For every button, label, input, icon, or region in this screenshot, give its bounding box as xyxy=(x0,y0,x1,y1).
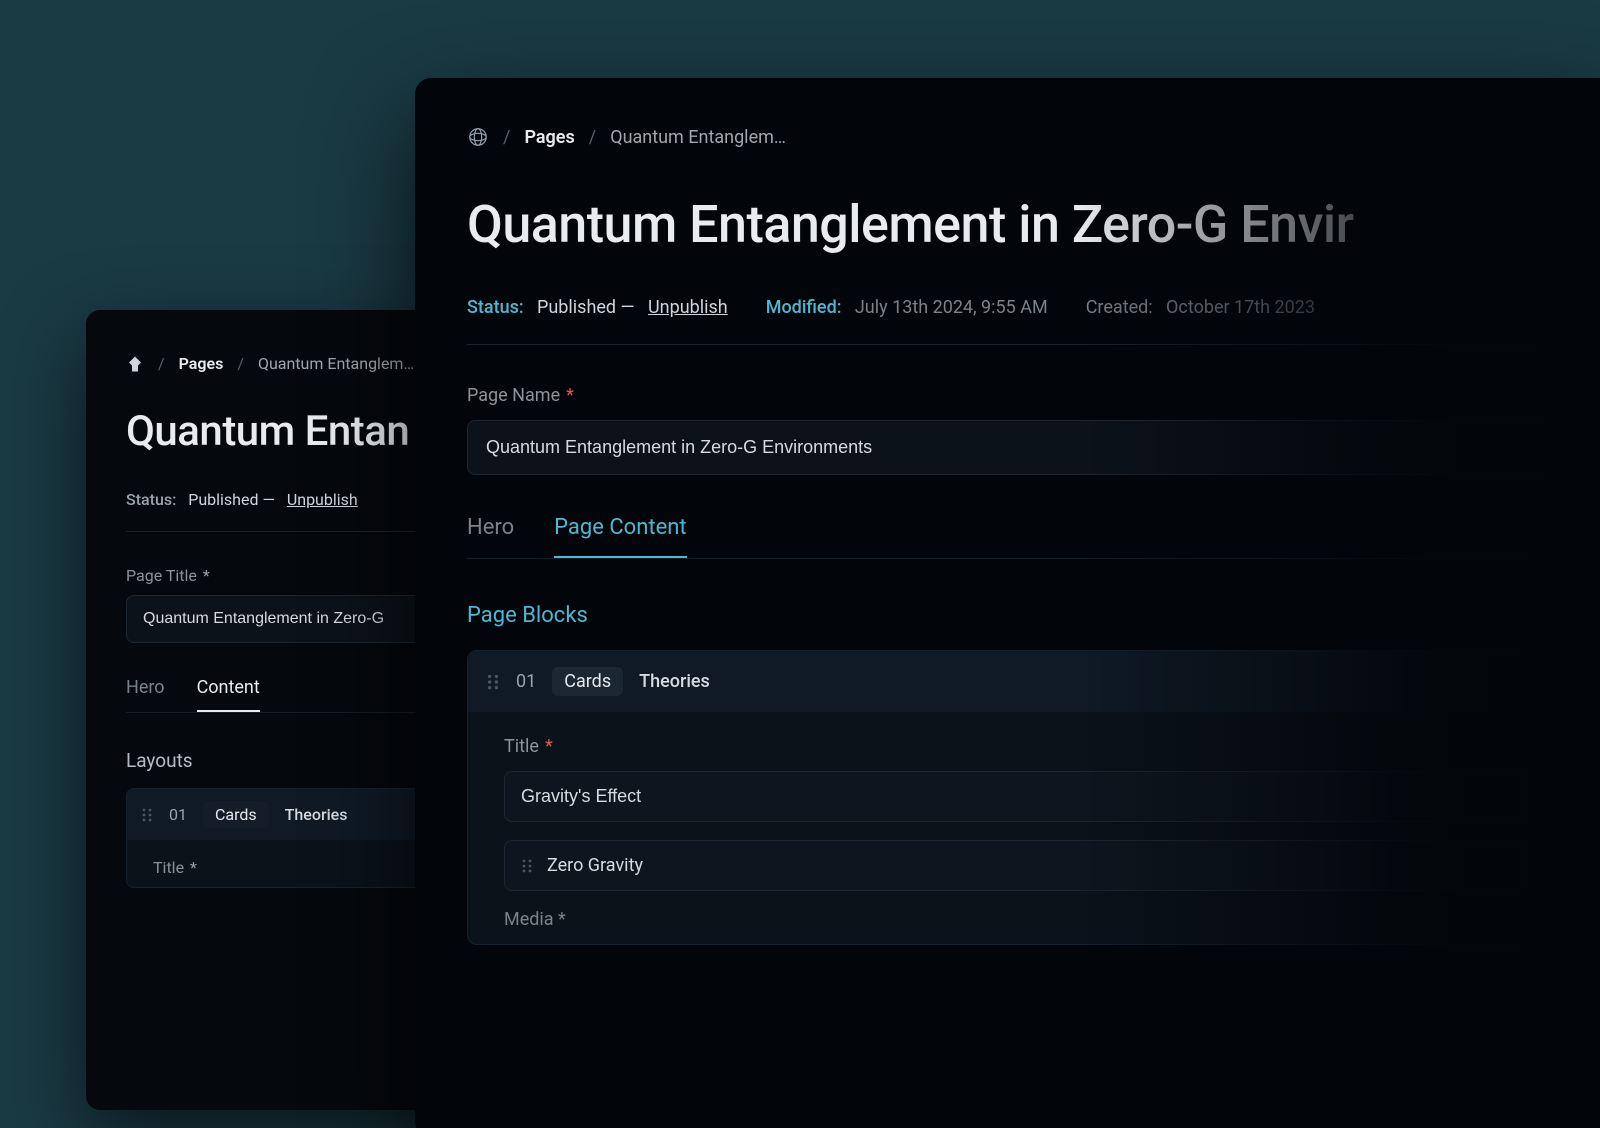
block-item-value: Zero Gravity xyxy=(547,855,643,876)
block-header[interactable]: 01 Cards Theories xyxy=(468,651,1562,712)
breadcrumb-root[interactable]: Pages xyxy=(179,354,224,373)
page-name-input[interactable] xyxy=(467,420,1563,475)
breadcrumb-current: Quantum Entanglem… xyxy=(610,127,786,148)
drag-handle-icon[interactable] xyxy=(141,807,153,823)
block-index: 01 xyxy=(169,805,187,824)
app-logo-icon xyxy=(467,126,489,148)
status-label: Status: xyxy=(126,490,176,509)
created-label: Created: xyxy=(1086,297,1153,318)
tab-hero[interactable]: Hero xyxy=(126,677,165,712)
status-row: Status: Published — Unpublish Modified: … xyxy=(467,297,1563,345)
breadcrumb-sep: / xyxy=(589,127,596,148)
section-heading-page-blocks: Page Blocks xyxy=(467,603,1563,628)
breadcrumb-sep: / xyxy=(158,354,165,373)
modified-value: July 13th 2024, 9:55 AM xyxy=(855,297,1048,318)
unpublish-link[interactable]: Unpublish xyxy=(287,490,358,509)
block-title-input[interactable] xyxy=(504,771,1526,822)
block-type-chip: Cards xyxy=(203,801,269,828)
status-value: Published — xyxy=(188,490,275,509)
block-type-chip: Cards xyxy=(552,667,623,696)
created-value: October 17th 2023 xyxy=(1166,297,1315,318)
required-marker: * xyxy=(190,858,197,877)
page-name-label: Page Name* xyxy=(467,385,1563,406)
required-marker: * xyxy=(545,736,553,757)
block-item-row[interactable]: Zero Gravity xyxy=(504,840,1526,891)
block-body: Title* Zero Gravity Media * xyxy=(468,712,1562,930)
block-title-label: Title* xyxy=(504,736,1526,757)
required-marker: * xyxy=(566,385,574,406)
block-card: 01 Cards Theories Title* Zero Gravity Me… xyxy=(467,650,1563,945)
media-label: Media * xyxy=(504,909,1526,930)
modified-label: Modified: xyxy=(766,297,842,318)
app-logo-icon xyxy=(126,355,144,373)
status-value: Published — xyxy=(537,297,635,318)
tab-hero[interactable]: Hero xyxy=(467,515,514,558)
drag-handle-icon[interactable] xyxy=(486,673,500,691)
breadcrumb-sep: / xyxy=(503,127,510,148)
breadcrumb: / Pages / Quantum Entanglem… xyxy=(467,126,1563,148)
drag-handle-icon[interactable] xyxy=(521,858,533,874)
breadcrumb-root[interactable]: Pages xyxy=(524,127,574,148)
block-name: Theories xyxy=(639,671,710,692)
required-marker: * xyxy=(203,566,210,585)
breadcrumb-current: Quantum Entanglem… xyxy=(258,354,414,373)
cms-editor-window-front: / Pages / Quantum Entanglem… Quantum Ent… xyxy=(415,78,1600,1128)
breadcrumb-sep: / xyxy=(237,354,244,373)
block-index: 01 xyxy=(516,671,536,692)
page-title: Quantum Entanglement in Zero-G Envir xyxy=(467,194,1563,255)
block-name: Theories xyxy=(285,805,348,824)
tab-page-content[interactable]: Page Content xyxy=(554,515,686,558)
tab-content[interactable]: Content xyxy=(197,677,260,712)
status-label: Status: xyxy=(467,297,524,318)
tabs: Hero Page Content xyxy=(467,515,1563,559)
unpublish-link[interactable]: Unpublish xyxy=(648,297,728,318)
